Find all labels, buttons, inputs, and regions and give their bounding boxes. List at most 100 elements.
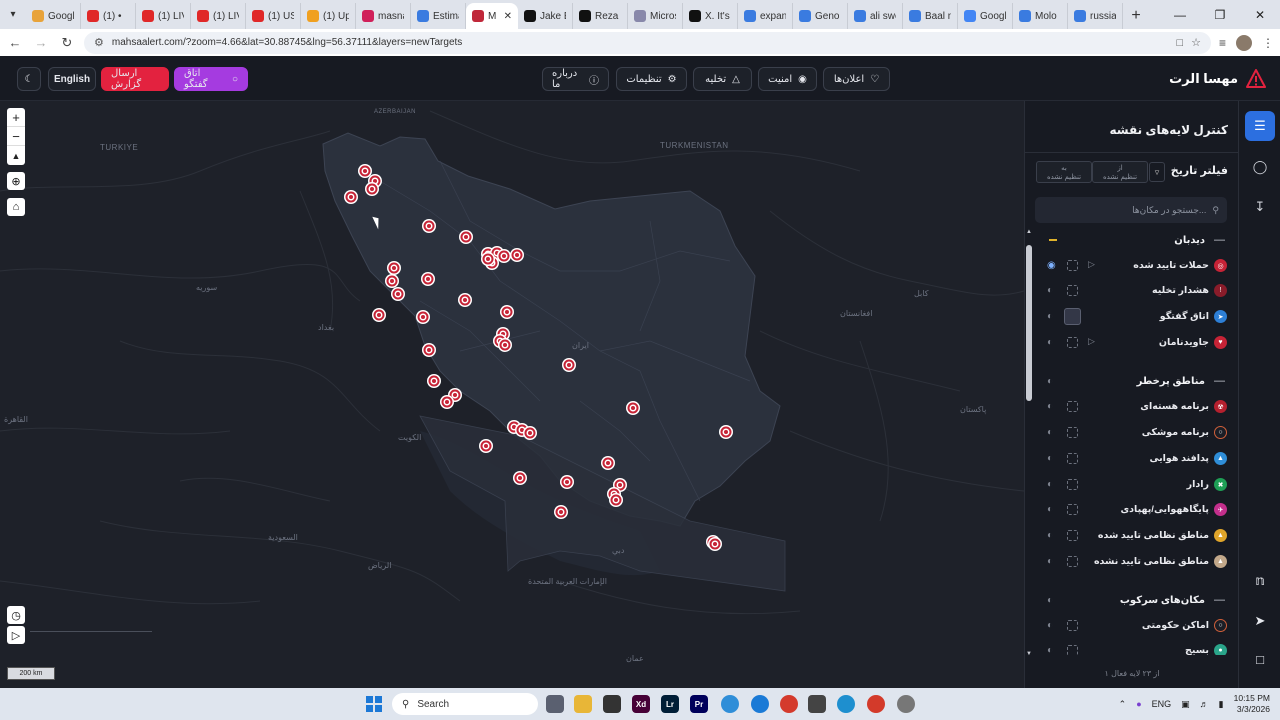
focus-target-icon[interactable] — [1067, 260, 1078, 271]
timelapse-play-button[interactable]: ▷ — [7, 626, 25, 644]
app-icon-1[interactable] — [751, 695, 769, 713]
input-language[interactable]: ENG — [1152, 699, 1172, 709]
settings-button[interactable]: تنظیمات ⚙ — [616, 67, 687, 91]
attack-marker-icon[interactable] — [365, 182, 379, 196]
attack-marker-icon[interactable] — [609, 493, 623, 507]
focus-target-icon[interactable] — [1067, 645, 1078, 655]
site-info-icon[interactable]: ⚙ — [94, 36, 104, 49]
tray-overflow-icon[interactable]: ⌃ — [1119, 699, 1127, 710]
attack-marker-icon[interactable] — [560, 475, 574, 489]
tab-close-icon[interactable]: ✕ — [504, 11, 512, 22]
attack-marker-icon[interactable] — [479, 439, 493, 453]
instagram-icon[interactable]: □ — [1239, 652, 1280, 667]
chat-room-button[interactable]: اتاق گفتگو ○ — [174, 67, 248, 91]
app-icon-4[interactable] — [867, 695, 885, 713]
home-view-button[interactable]: ⌂ — [7, 198, 25, 216]
focus-target-icon[interactable] — [1067, 620, 1078, 631]
battery-icon[interactable]: ▮ — [1219, 699, 1224, 710]
layers-button[interactable]: ☰ — [1245, 111, 1275, 141]
focus-target-icon[interactable] — [1067, 479, 1078, 490]
eye-hidden-icon[interactable]: ◐ — [1047, 645, 1053, 655]
close-window-icon[interactable]: ✕ — [1240, 8, 1280, 22]
browser-tab[interactable]: Googl — [26, 3, 81, 29]
scroll-down-icon[interactable]: ▼ — [1026, 651, 1032, 657]
attack-marker-icon[interactable] — [498, 338, 512, 352]
attack-marker-icon[interactable] — [358, 164, 372, 178]
file-explorer-icon[interactable] — [574, 695, 592, 713]
send-report-button[interactable]: ارسال گزارش — [101, 67, 169, 91]
app-icon-2[interactable] — [780, 695, 798, 713]
eye-hidden-icon[interactable]: ◐ — [1047, 504, 1053, 515]
task-view-icon[interactable] — [546, 695, 564, 713]
focus-target-icon[interactable] — [1067, 504, 1078, 515]
collapse-icon[interactable]: — — [1214, 594, 1225, 606]
minimize-icon[interactable]: — — [1160, 8, 1200, 22]
browser-tab[interactable]: (1) Up — [301, 3, 356, 29]
x-twitter-icon[interactable]: 𝕟 — [1239, 573, 1280, 589]
address-bar[interactable]: ⚙ mahsaalert.com/?zoom=4.66&lat=30.88745… — [84, 31, 1211, 54]
collapse-icon[interactable]: — — [1214, 234, 1225, 246]
network-icon[interactable]: ▣ — [1181, 699, 1190, 710]
eye-visible-icon[interactable]: ◉ — [1047, 260, 1056, 271]
attack-marker-icon[interactable] — [523, 426, 537, 440]
attack-marker-icon[interactable] — [427, 374, 441, 388]
eye-hidden-icon[interactable]: ◐ — [1047, 285, 1053, 296]
focus-target-icon[interactable] — [1067, 530, 1078, 541]
browser-tab[interactable]: Reza P — [573, 3, 628, 29]
layer-section-header[interactable]: دیدبان — — [1025, 229, 1239, 251]
browser-tab[interactable]: Geno — [793, 3, 848, 29]
attack-marker-icon[interactable] — [562, 358, 576, 372]
install-app-icon[interactable]: □ — [1176, 37, 1183, 49]
browser-tab[interactable]: Micros — [628, 3, 683, 29]
lightroom-icon[interactable]: Lr — [661, 695, 679, 713]
security-button[interactable]: امنیت ◉ — [758, 67, 817, 91]
map-view[interactable]: TURKIYE AZERBAIJAN TURKMENISTAN سوریه بغ… — [0, 101, 1024, 688]
focus-target-icon[interactable] — [1067, 427, 1078, 438]
volume-icon[interactable]: ♬ — [1200, 699, 1209, 709]
globe-button[interactable]: ◯ — [1245, 152, 1275, 182]
about-button[interactable]: درباره ما ⓘ — [542, 67, 609, 91]
layer-row[interactable]: ◐ رادار ✖ — [1025, 474, 1239, 498]
telegram-icon[interactable]: ➤ — [1239, 613, 1280, 629]
history-timer-button[interactable]: ◷ — [7, 606, 25, 624]
browser-tab[interactable]: X. It's — [683, 3, 738, 29]
browser-tab[interactable]: ali swe — [848, 3, 903, 29]
section-visibility-icon[interactable]: ◐ — [1047, 595, 1053, 606]
forward-icon[interactable]: → — [32, 34, 50, 52]
eye-hidden-icon[interactable]: ◐ — [1047, 337, 1053, 348]
attack-marker-icon[interactable] — [385, 274, 399, 288]
browser-tab[interactable]: (1) LIV — [136, 3, 191, 29]
attack-marker-icon[interactable] — [416, 310, 430, 324]
attack-marker-icon[interactable] — [421, 272, 435, 286]
focus-target-icon[interactable] — [1067, 337, 1078, 348]
reading-list-icon[interactable]: ≡ — [1219, 36, 1226, 50]
browser-tab[interactable]: (1) US — [246, 3, 301, 29]
timeline-track[interactable] — [30, 631, 152, 632]
attack-marker-icon[interactable] — [440, 395, 454, 409]
focus-target-icon[interactable] — [1067, 401, 1078, 412]
browser-tab[interactable]: Estima — [411, 3, 466, 29]
back-icon[interactable]: ← — [6, 34, 24, 52]
play-layer-icon[interactable]: ▷ — [1088, 259, 1095, 270]
date-from-field[interactable]: از تنظیم نشده — [1092, 161, 1148, 183]
focus-target-icon[interactable] — [1067, 453, 1078, 464]
attack-marker-icon[interactable] — [719, 425, 733, 439]
layer-row[interactable]: ◐ بسیج ● — [1025, 640, 1239, 655]
browser-tab[interactable]: expan — [738, 3, 793, 29]
browser-tab[interactable]: M ✕ — [466, 3, 518, 29]
layer-row[interactable]: ◐ مناطق نظامی تایید نشده ▲ — [1025, 551, 1239, 575]
layer-row[interactable]: ◐ هشدار تخلیه! — [1025, 280, 1239, 304]
layer-section-header[interactable]: مناطق پرخطر — ◐ — [1025, 370, 1239, 392]
scroll-up-icon[interactable]: ▲ — [1026, 229, 1032, 235]
eye-hidden-icon[interactable]: ◐ — [1047, 453, 1053, 464]
layer-row[interactable]: ◐ برنامه هسته‌ای ☢ — [1025, 396, 1239, 420]
download-button[interactable]: ↧ — [1245, 192, 1275, 222]
eye-hidden-icon[interactable]: ◐ — [1047, 530, 1053, 541]
attack-marker-icon[interactable] — [387, 261, 401, 275]
taskbar-search[interactable]: ⚲ Search — [392, 693, 538, 715]
play-layer-icon[interactable]: ▷ — [1088, 336, 1095, 347]
windows-start-icon[interactable] — [366, 696, 382, 712]
attack-marker-icon[interactable] — [626, 401, 640, 415]
attack-marker-icon[interactable] — [554, 505, 568, 519]
new-tab-button[interactable]: + — [1123, 3, 1149, 29]
